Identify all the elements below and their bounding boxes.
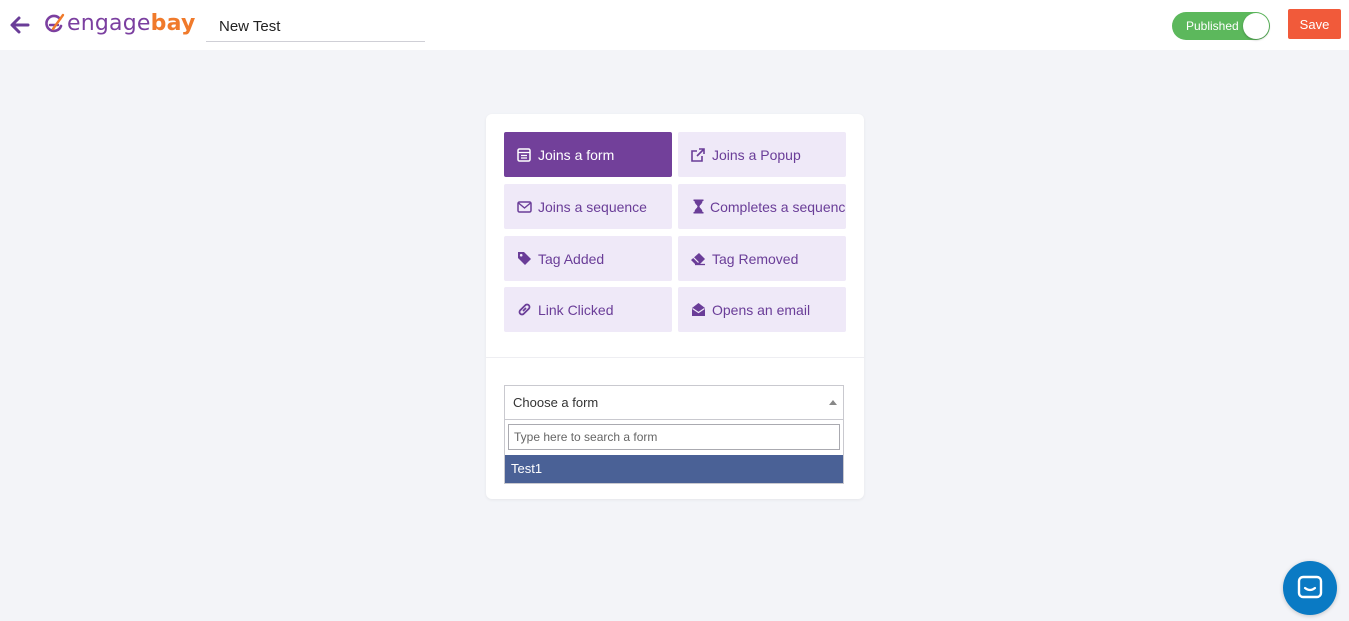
trigger-card: Joins a form Joins a Popup Joins a seque… — [486, 114, 864, 499]
published-toggle-label: Published — [1186, 19, 1239, 33]
chat-bubble-icon — [1297, 575, 1323, 599]
trigger-joins-a-form[interactable]: Joins a form — [504, 132, 672, 177]
trigger-label: Opens an email — [712, 301, 811, 318]
trigger-opens-an-email[interactable]: Opens an email — [678, 287, 846, 332]
trigger-label: Joins a sequence — [538, 198, 647, 215]
form-search-input[interactable] — [508, 424, 840, 450]
workflow-name-input[interactable] — [206, 12, 425, 42]
form-option[interactable]: Test1 — [505, 455, 843, 483]
trigger-label: Link Clicked — [538, 301, 614, 318]
envelope-icon — [516, 199, 532, 215]
caret-up-icon — [829, 400, 837, 405]
form-select-dropdown: Test1 — [504, 420, 844, 484]
trigger-label: Tag Removed — [712, 250, 799, 267]
envelope-open-icon — [690, 302, 706, 318]
hourglass-icon — [690, 199, 706, 215]
logo-text-bay: bay — [150, 11, 196, 36]
toggle-knob — [1243, 13, 1269, 39]
trigger-label: Tag Added — [538, 250, 605, 267]
logo-text: engagebay — [67, 9, 195, 39]
link-icon — [516, 302, 532, 318]
engagebay-logo[interactable]: engagebay — [44, 9, 195, 39]
arrow-left-icon — [10, 16, 30, 34]
trigger-joins-a-sequence[interactable]: Joins a sequence — [504, 184, 672, 229]
chat-widget-button[interactable] — [1283, 561, 1337, 615]
trigger-label: Joins a Popup — [712, 146, 801, 163]
trigger-label: Completes a sequence — [710, 198, 846, 215]
published-toggle[interactable]: Published — [1172, 12, 1270, 40]
external-link-icon — [690, 147, 706, 163]
divider — [486, 357, 864, 358]
eraser-icon — [690, 251, 706, 267]
form-icon — [516, 147, 532, 163]
logo-text-engage: engage — [67, 11, 151, 36]
form-select[interactable]: Choose a form — [504, 385, 844, 420]
top-bar: engagebay Published Save — [0, 0, 1349, 50]
tag-icon — [516, 251, 532, 267]
trigger-link-clicked[interactable]: Link Clicked — [504, 287, 672, 332]
trigger-completes-a-sequence[interactable]: Completes a sequence — [678, 184, 846, 229]
save-button[interactable]: Save — [1288, 9, 1341, 39]
trigger-joins-a-popup[interactable]: Joins a Popup — [678, 132, 846, 177]
trigger-tag-removed[interactable]: Tag Removed — [678, 236, 846, 281]
back-button[interactable] — [8, 13, 32, 37]
form-select-value: Choose a form — [513, 395, 599, 410]
logo-mark-icon — [45, 13, 65, 33]
trigger-tag-added[interactable]: Tag Added — [504, 236, 672, 281]
trigger-label: Joins a form — [538, 146, 615, 163]
